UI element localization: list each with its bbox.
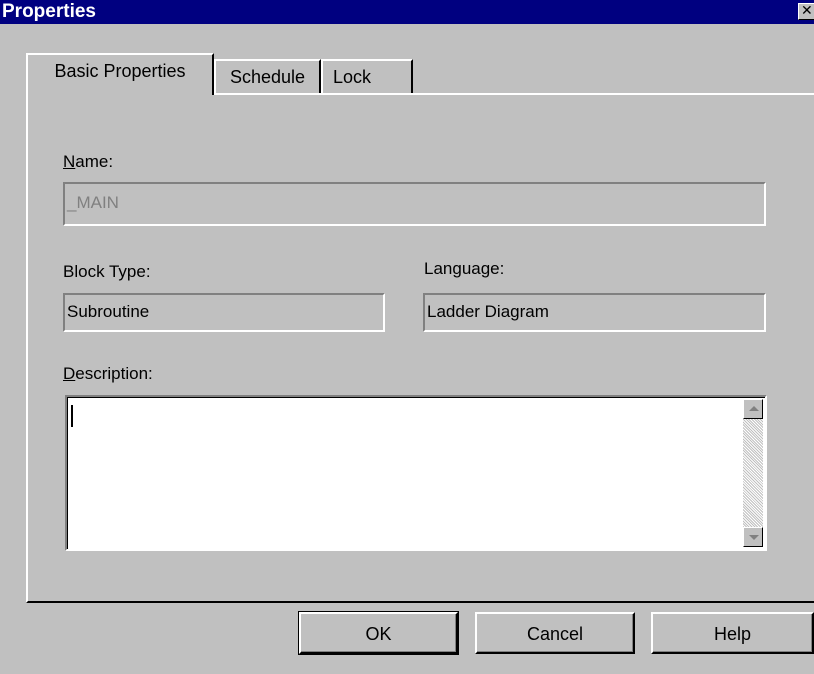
language-field: Ladder Diagram bbox=[423, 293, 766, 332]
block-type-value: Subroutine bbox=[67, 302, 150, 321]
description-textarea[interactable] bbox=[65, 395, 767, 551]
cancel-button-label: Cancel bbox=[526, 624, 584, 644]
scroll-up-button[interactable] bbox=[743, 399, 763, 419]
close-icon: ✕ bbox=[801, 3, 813, 19]
help-button[interactable]: Help bbox=[651, 612, 814, 654]
text-caret bbox=[71, 405, 73, 427]
ok-button[interactable]: OK bbox=[298, 611, 459, 655]
tab-schedule[interactable]: Schedule bbox=[214, 59, 321, 95]
scroll-down-button[interactable] bbox=[743, 527, 763, 547]
arrow-up-icon bbox=[749, 406, 759, 411]
block-type-field: Subroutine bbox=[63, 293, 385, 332]
arrow-down-icon bbox=[749, 535, 759, 540]
close-button[interactable]: ✕ bbox=[798, 3, 814, 20]
window-title: Properties bbox=[2, 1, 96, 22]
name-field: _MAIN bbox=[63, 182, 766, 226]
help-button-label: Help bbox=[713, 624, 752, 644]
title-bar: Properties ✕ bbox=[0, 0, 814, 24]
block-type-label: Block Type: bbox=[63, 262, 151, 281]
ok-button-label: OK bbox=[365, 624, 392, 644]
language-label: Language: bbox=[424, 259, 505, 278]
name-value: _MAIN bbox=[67, 193, 119, 212]
cancel-button[interactable]: Cancel bbox=[475, 612, 635, 654]
tab-lock[interactable]: Lock bbox=[321, 59, 413, 95]
tab-basic-properties[interactable]: Basic Properties bbox=[26, 53, 214, 95]
tab-label: Schedule bbox=[229, 67, 306, 87]
language-value: Ladder Diagram bbox=[427, 302, 549, 321]
tab-label: Lock bbox=[333, 67, 372, 87]
tab-label: Basic Properties bbox=[54, 61, 186, 81]
vertical-scrollbar[interactable] bbox=[743, 399, 763, 547]
description-label: Description: bbox=[63, 364, 153, 383]
name-label: Name: bbox=[63, 152, 114, 171]
